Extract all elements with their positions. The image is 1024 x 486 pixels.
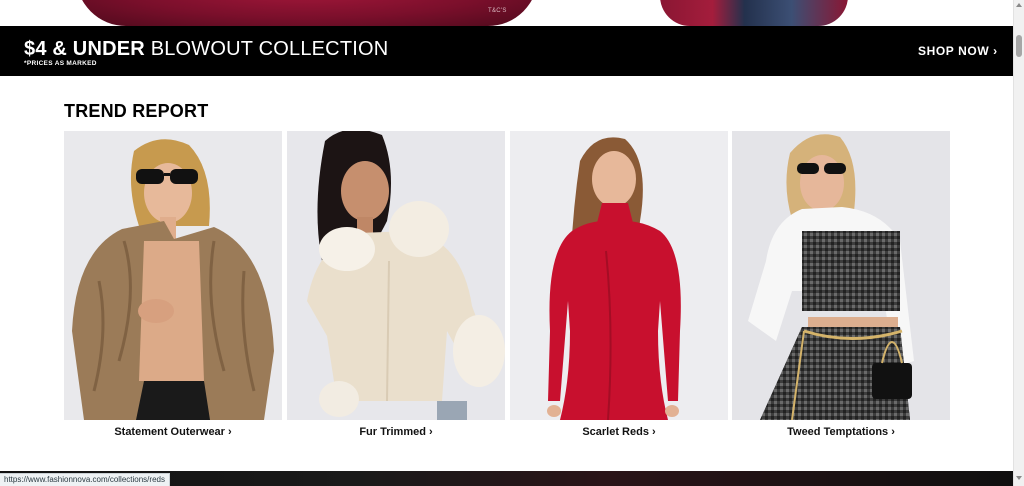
hero-image-red-fur	[76, 0, 538, 26]
trend-report-cards: Statement Outerwear › Fur Trimmed › Scar…	[64, 131, 950, 443]
hero-image-strip[interactable]: T&C'S	[0, 0, 1013, 26]
product-image-statement-outerwear[interactable]	[64, 131, 282, 420]
page-scrollbar[interactable]	[1013, 0, 1024, 486]
page: T&C'S $4 & UNDER BLOWOUT COLLECTION *PRI…	[0, 0, 1013, 486]
trend-card-label[interactable]: Tweed Temptations ›	[732, 426, 950, 438]
promo-banner[interactable]: $4 & UNDER BLOWOUT COLLECTION *PRICES AS…	[0, 26, 1013, 76]
promo-title-light: BLOWOUT COLLECTION	[150, 38, 389, 60]
shop-now-link[interactable]: SHOP NOW ›	[918, 44, 998, 58]
product-image-tweed-temptations[interactable]	[732, 131, 950, 420]
trend-card-tweed-temptations[interactable]: Tweed Temptations ›	[732, 131, 950, 443]
promo-subtitle: *PRICES AS MARKED	[24, 60, 97, 67]
hero-image-model	[660, 0, 848, 26]
browser-status-url: https://www.fashionnova.com/collections/…	[0, 473, 170, 486]
trend-report-heading: TREND REPORT	[64, 101, 209, 121]
trend-card-label[interactable]: Fur Trimmed ›	[287, 426, 505, 438]
promo-title-bold: $4 & UNDER	[24, 38, 145, 60]
trend-card-label[interactable]: Scarlet Reds ›	[510, 426, 728, 438]
scroll-up-arrow-icon[interactable]	[1016, 3, 1022, 7]
product-image-fur-trimmed[interactable]	[287, 131, 505, 420]
trend-card-fur-trimmed[interactable]: Fur Trimmed ›	[287, 131, 505, 443]
hero-tc-label[interactable]: T&C'S	[488, 8, 507, 14]
scroll-down-arrow-icon[interactable]	[1016, 476, 1022, 480]
product-image-scarlet-reds[interactable]	[510, 131, 728, 420]
promo-title: $4 & UNDER BLOWOUT COLLECTION	[24, 38, 388, 61]
trend-card-statement-outerwear[interactable]: Statement Outerwear ›	[64, 131, 282, 443]
trend-card-scarlet-reds[interactable]: Scarlet Reds ›	[510, 131, 728, 443]
trend-card-label[interactable]: Statement Outerwear ›	[64, 426, 282, 438]
scrollbar-thumb[interactable]	[1016, 35, 1022, 57]
